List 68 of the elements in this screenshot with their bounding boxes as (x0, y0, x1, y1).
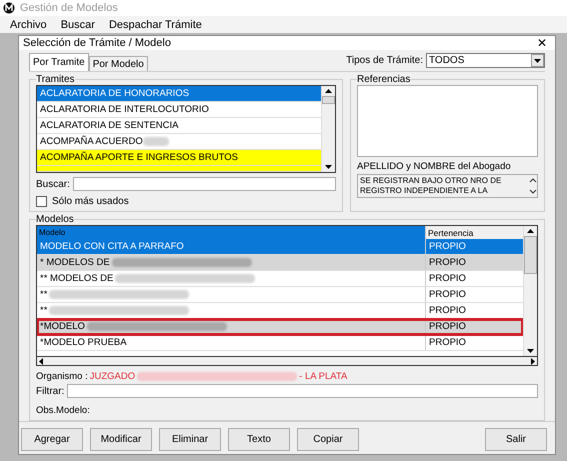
field-label: Filtrar: (36, 386, 64, 396)
menu-item[interactable]: Despachar Trámite (108, 18, 202, 30)
redacted-text (142, 137, 169, 146)
scroll-left-icon (39, 358, 43, 364)
table-cell: * MODELOS DE (40, 257, 110, 268)
group-title: Tramites (36, 74, 75, 85)
scrollbar[interactable] (36, 357, 538, 366)
group-title: Referencias (357, 74, 410, 85)
scroll-thumb[interactable] (524, 236, 537, 274)
filter-field[interactable] (67, 384, 538, 398)
group-title: Modelos (36, 214, 74, 225)
item-text: ACOMPAÑA APORTE E INGRESOS BRUTOS (40, 152, 238, 163)
close-button[interactable]: ✕ (534, 36, 549, 50)
table-row[interactable]: ** MODELOS DE PROPIO (37, 271, 523, 287)
field-label: Obs.Modelo: (36, 405, 91, 416)
scroll-thumb[interactable] (322, 96, 335, 104)
table-row[interactable]: *MODELO PROPIO (37, 319, 523, 335)
tab[interactable]: Por Tramite (29, 53, 89, 71)
table-cell: *MODELO PRUEBA (40, 337, 127, 348)
field-label: Organismo : (36, 371, 88, 382)
scroll-down-icon (527, 349, 534, 353)
table-row[interactable]: MODELO CON CITA A PARRAFO PROPIO (37, 239, 523, 255)
scroll-up-icon (325, 89, 332, 93)
table-row[interactable]: *MODELO PRUEBA PROPIO (37, 335, 523, 351)
window-title: Gestión de Modelos (20, 2, 118, 14)
action-button[interactable]: Agregar (21, 428, 83, 451)
field-label: Buscar: (36, 178, 70, 190)
item-text: ACLARATORIA DE HONORARIOS (40, 88, 190, 99)
menu-item[interactable]: Archivo (10, 18, 47, 30)
column-header[interactable]: Modelo (37, 226, 425, 239)
list-item[interactable]: ACOMPAÑA APORTE E INGRESOS BRUTOS (37, 150, 321, 166)
column-header[interactable]: Pertenencia (425, 226, 523, 239)
action-button[interactable]: Eliminar (159, 428, 221, 451)
scroll-up-icon (527, 229, 534, 233)
table-cell: ** MODELOS DE (40, 273, 114, 284)
table-cell: ** (40, 289, 48, 300)
action-button[interactable]: Texto (228, 428, 290, 451)
text-area[interactable] (357, 85, 538, 157)
scroll-arrows-icon (529, 177, 537, 195)
dialog-title: Selección de Trámite / Modelo (23, 37, 171, 49)
organism-text: JUZGADO (90, 371, 136, 382)
exit-button[interactable]: Salir (485, 428, 547, 451)
action-button[interactable]: Copiar (297, 428, 359, 451)
table-row[interactable]: ** PROPIO (37, 287, 523, 303)
list-item[interactable]: ACLARATORIA DE HONORARIOS (37, 86, 321, 102)
item-text: ACLARATORIA DE INTERLOCUTORIO (40, 104, 209, 115)
table-cell: *MODELO (40, 321, 85, 332)
dropdown-arrow-icon (534, 58, 541, 62)
tab[interactable]: Por Modelo (88, 56, 148, 71)
organism-text: - LA PLATA (299, 371, 348, 382)
field-label: Tipos de Trámite: (346, 55, 423, 66)
field-label: APELLIDO y NOMBRE del Abogado (357, 161, 512, 172)
table-row[interactable]: * MODELOS DE PROPIO (37, 255, 523, 271)
text-area[interactable]: SE REGISTRAN BAJO OTRO NRO DE REGISTRO INDEPENDIENTE A LA (357, 174, 538, 198)
item-text: ACLARATORIA DE SENTENCIA (40, 120, 178, 131)
item-text: ACOMPAÑA ACUERDO (40, 136, 143, 147)
menu-item[interactable]: Buscar (60, 18, 95, 30)
search-field[interactable] (72, 177, 336, 191)
dropdown[interactable]: TODOS (426, 53, 545, 68)
list-item[interactable]: ACLARATORIA DE INTERLOCUTORIO (37, 102, 321, 118)
scroll-down-icon (325, 165, 332, 169)
scroll-right-icon (531, 358, 535, 364)
checkbox[interactable] (36, 196, 47, 207)
list-item[interactable]: ACLARATORIA DE SENTENCIA (37, 118, 321, 134)
action-button[interactable]: Modificar (90, 428, 152, 451)
table-cell: MODELO CON CITA A PARRAFO (40, 241, 184, 252)
checkbox-label: Sólo más usados (52, 196, 129, 207)
table-cell: ** (40, 305, 48, 316)
